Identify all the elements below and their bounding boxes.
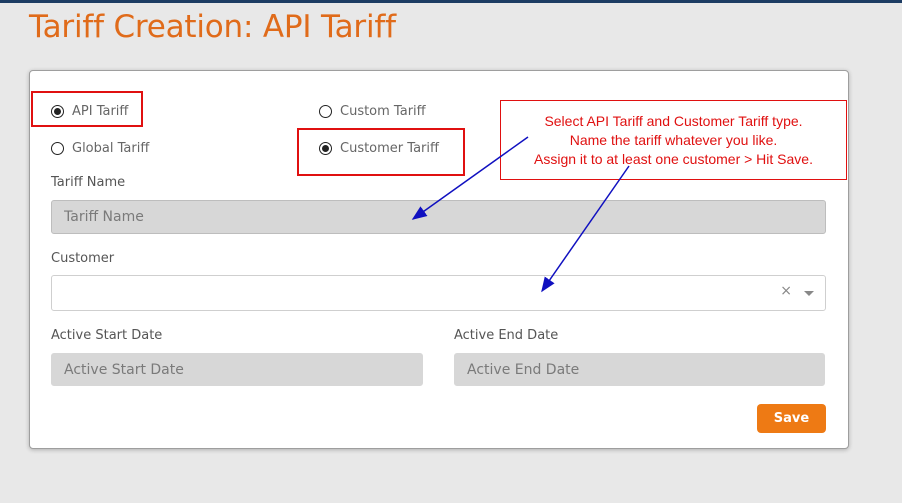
radio-global-tariff[interactable]: Global Tariff [51,141,149,156]
radio-global-tariff-label: Global Tariff [72,141,150,156]
page-title: Tariff Creation: API Tariff [29,9,396,45]
active-start-date-input[interactable] [51,353,423,386]
save-button[interactable]: Save [757,404,826,433]
annotation-line: Name the tariff whatever you like. [569,132,778,148]
clear-icon[interactable]: × [780,283,792,299]
tariff-name-input[interactable] [51,200,826,234]
annotation-line: Assign it to at least one customer > Hit… [534,151,813,167]
active-end-date-label: Active End Date [454,328,559,343]
active-end-date-input[interactable] [454,353,825,386]
annotation-note: Select API Tariff and Customer Tariff ty… [500,100,847,180]
customer-label: Customer [51,251,115,266]
highlight-box-customer-tariff [297,128,465,176]
tariff-name-label: Tariff Name [51,175,126,190]
highlight-box-api-tariff [31,91,143,127]
radio-custom-tariff[interactable]: Custom Tariff [319,104,426,119]
top-bar [0,0,902,3]
customer-select[interactable]: × [51,275,826,311]
radio-circle-icon [51,142,64,155]
active-start-date-label: Active Start Date [51,328,163,343]
chevron-down-icon[interactable] [804,291,814,296]
radio-circle-icon [319,105,332,118]
annotation-line: Select API Tariff and Customer Tariff ty… [544,113,803,129]
radio-custom-tariff-label: Custom Tariff [340,104,426,119]
